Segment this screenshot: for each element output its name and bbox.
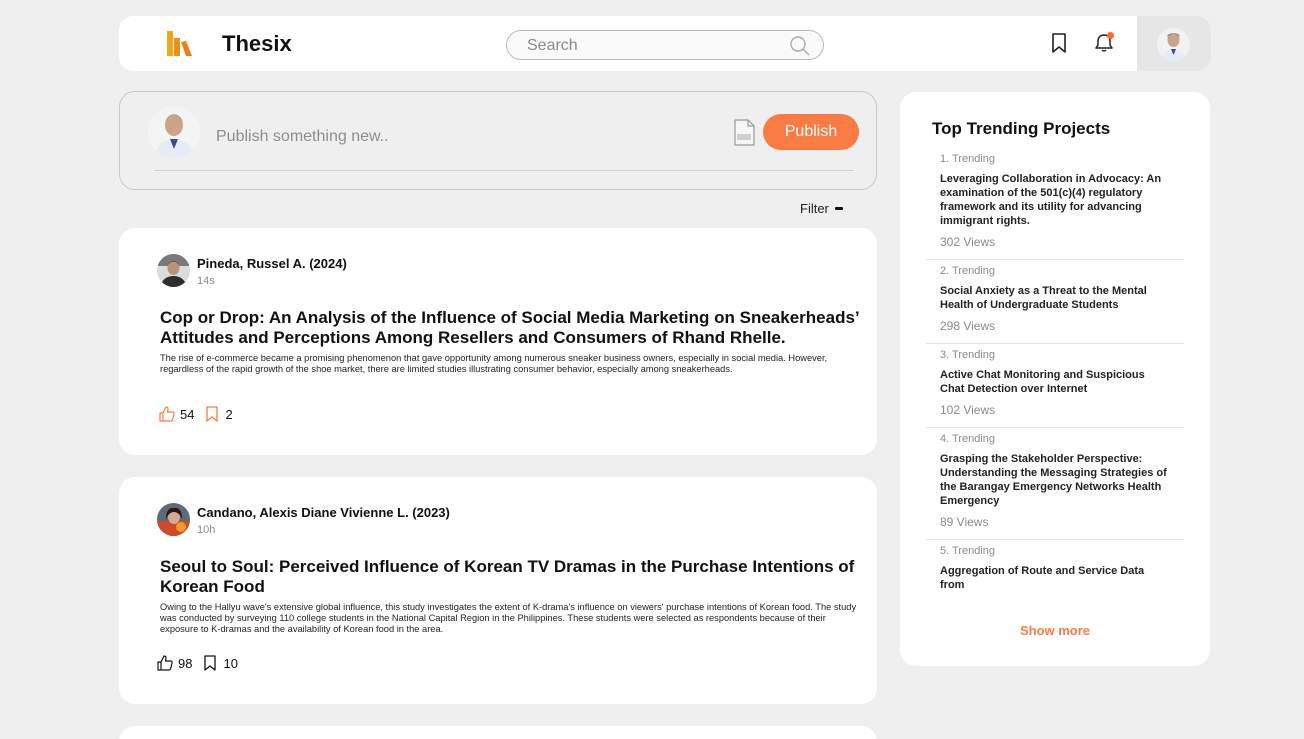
search-bar[interactable] <box>506 30 824 60</box>
save-count: 2 <box>225 406 233 422</box>
trending-views: 302 Views <box>940 235 996 249</box>
bookmark-icon[interactable] <box>1048 32 1070 54</box>
trending-title[interactable]: Active Chat Monitoring and Suspicious Ch… <box>940 368 1170 396</box>
pdf-attach-icon[interactable] <box>733 119 755 146</box>
trending-title[interactable]: Social Anxiety as a Threat to the Mental… <box>940 284 1170 312</box>
filter-label: Filter <box>800 201 829 216</box>
publish-composer: Publish <box>119 91 877 190</box>
publish-button[interactable]: Publish <box>763 114 859 150</box>
thesix-logo-icon[interactable] <box>164 28 194 58</box>
trending-panel: Top Trending Projects 1. Trending Levera… <box>900 92 1210 666</box>
bookmark-icon[interactable] <box>202 655 218 671</box>
trending-item[interactable]: 4. Trending Grasping the Stakeholder Per… <box>926 428 1184 540</box>
like-count: 98 <box>178 655 193 671</box>
post-actions: 98 10 <box>157 655 248 671</box>
filter-button[interactable]: Filter <box>800 201 843 216</box>
author-avatar[interactable] <box>157 254 190 287</box>
trending-list[interactable]: 1. Trending Leveraging Collaboration in … <box>926 148 1184 613</box>
trending-item[interactable]: 5. Trending Aggregation of Route and Ser… <box>926 540 1184 609</box>
trending-title[interactable]: Aggregation of Route and Service Data fr… <box>940 564 1170 592</box>
like-icon[interactable] <box>159 406 175 422</box>
trending-title[interactable]: Grasping the Stakeholder Perspective: Un… <box>940 452 1170 508</box>
trending-rank: 4. Trending <box>940 433 996 445</box>
composer-avatar <box>148 106 200 158</box>
post-actions: 54 2 <box>159 406 243 422</box>
post-title[interactable]: Cop or Drop: An Analysis of the Influenc… <box>160 308 865 348</box>
save-count: 10 <box>223 655 238 671</box>
notification-dot <box>1107 32 1114 39</box>
search-input[interactable] <box>527 36 777 56</box>
bookmark-icon[interactable] <box>204 406 220 422</box>
trending-heading: Top Trending Projects <box>932 119 1111 138</box>
publish-input[interactable] <box>216 126 716 148</box>
trending-views: 89 Views <box>940 515 989 529</box>
post-author[interactable]: Pineda, Russel A. (2024) <box>197 256 347 271</box>
trending-item[interactable]: 3. Trending Active Chat Monitoring and S… <box>926 344 1184 428</box>
post-time: 10h <box>197 524 216 536</box>
trending-rank: 1. Trending <box>940 153 996 165</box>
profile-menu[interactable] <box>1137 16 1211 71</box>
post-abstract: The rise of e-commerce became a promisin… <box>160 353 828 374</box>
brand-name[interactable]: Thesix <box>222 31 292 57</box>
trending-rank: 5. Trending <box>940 545 996 557</box>
user-avatar[interactable] <box>1157 28 1190 61</box>
show-more-button[interactable]: Show more <box>900 623 1210 638</box>
notifications-button[interactable] <box>1093 32 1115 54</box>
trending-rank: 3. Trending <box>940 349 996 361</box>
trending-views: 298 Views <box>940 319 996 333</box>
trending-item[interactable]: 2. Trending Social Anxiety as a Threat t… <box>926 260 1184 344</box>
trending-item[interactable]: 1. Trending Leveraging Collaboration in … <box>926 148 1184 260</box>
like-count: 54 <box>180 406 195 422</box>
trending-rank: 2. Trending <box>940 265 996 277</box>
post-abstract: Owing to the Hallyu wave's extensive glo… <box>160 602 857 634</box>
post-card[interactable]: Candano, Alexis Diane Vivienne L. (2023)… <box>119 477 877 704</box>
composer-divider <box>154 170 854 171</box>
trending-views: 102 Views <box>940 403 996 417</box>
post-card[interactable]: Pineda, Russel A. (2024) 14s Cop or Drop… <box>119 228 877 455</box>
top-navbar: Thesix <box>119 16 1211 71</box>
post-card[interactable] <box>119 726 877 739</box>
post-title[interactable]: Seoul to Soul: Perceived Influence of Ko… <box>160 557 865 597</box>
trending-title[interactable]: Leveraging Collaboration in Advocacy: An… <box>940 172 1170 228</box>
post-time: 14s <box>197 275 215 287</box>
like-icon[interactable] <box>157 655 173 671</box>
search-icon[interactable] <box>789 35 811 57</box>
post-author[interactable]: Candano, Alexis Diane Vivienne L. (2023) <box>197 505 450 520</box>
filter-icon <box>834 207 843 210</box>
author-avatar[interactable] <box>157 503 190 536</box>
